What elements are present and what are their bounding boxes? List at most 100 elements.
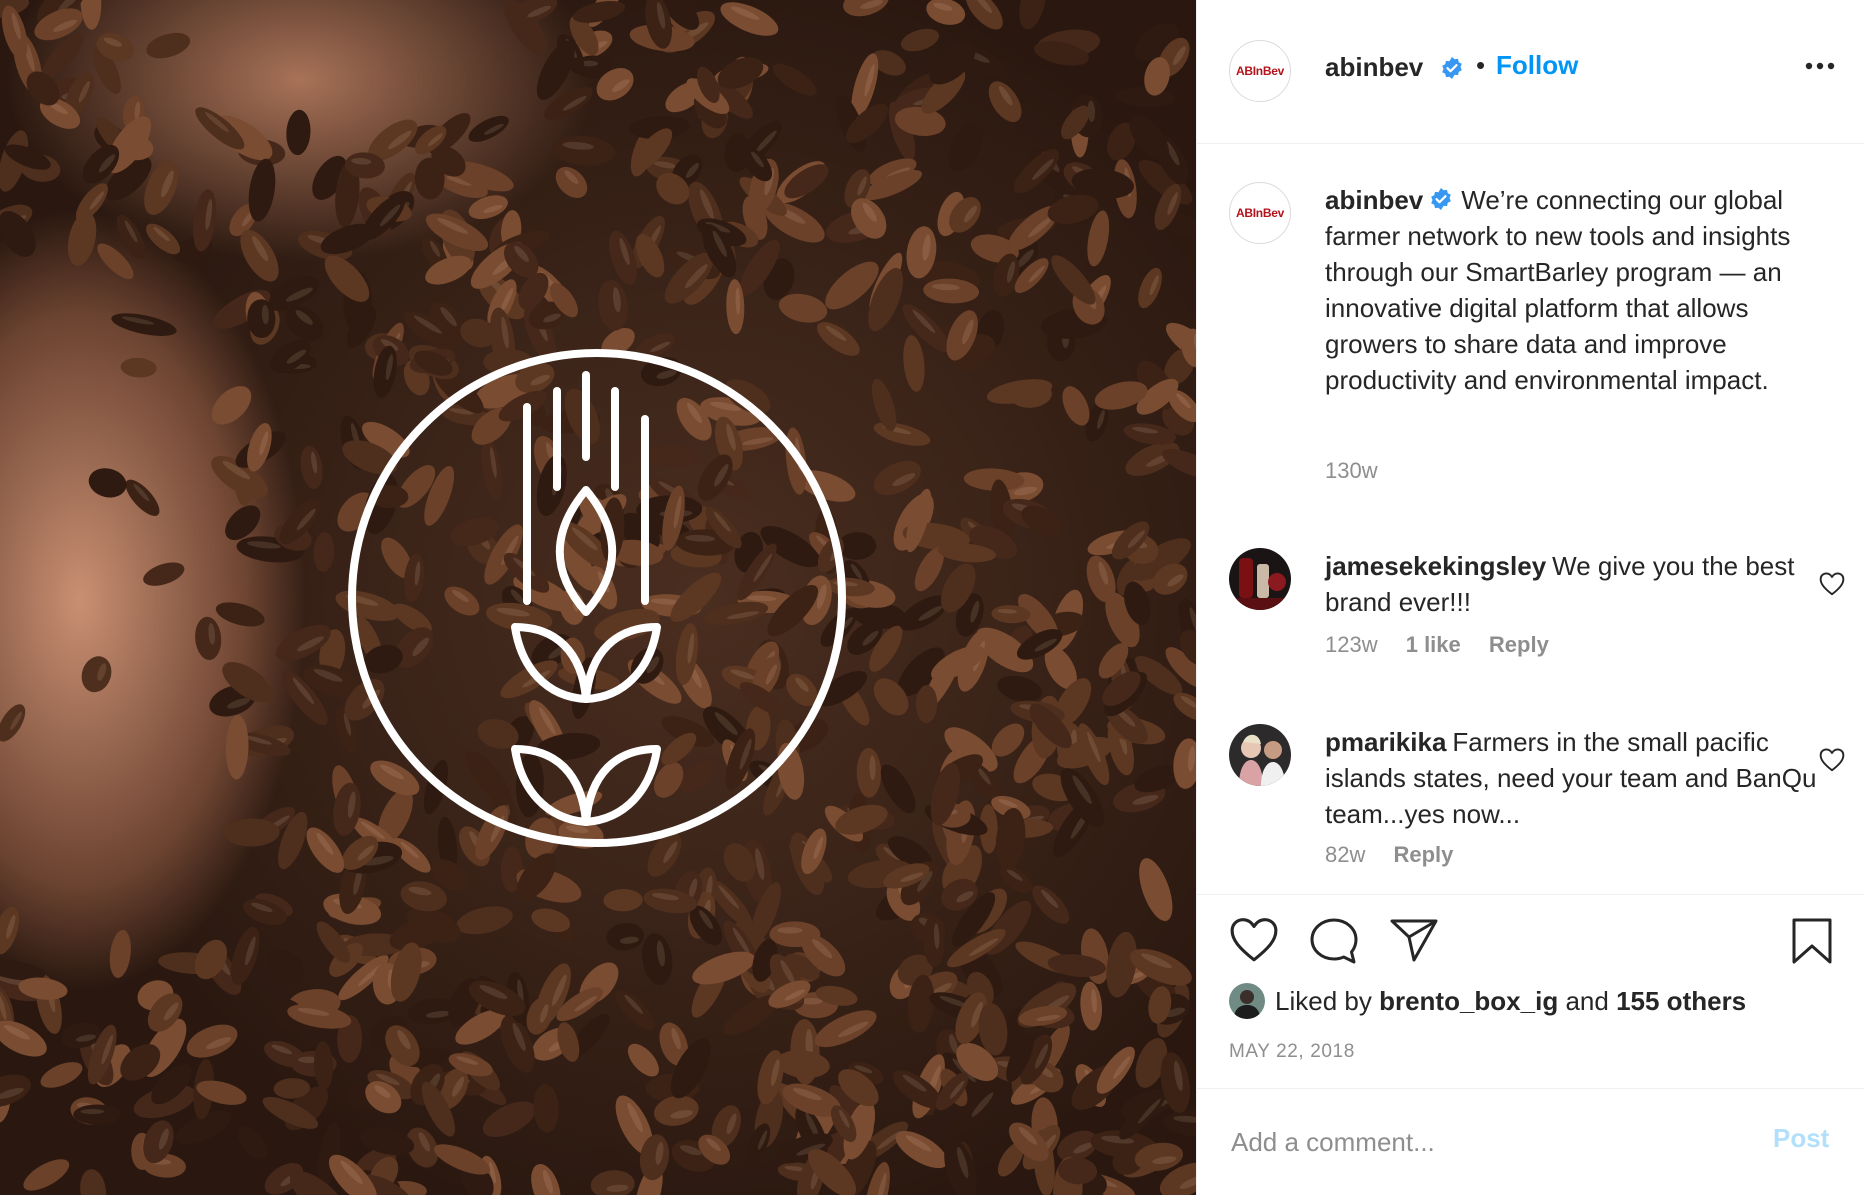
grain <box>873 460 921 496</box>
grain <box>186 1024 238 1058</box>
grain <box>603 889 643 912</box>
follow-button[interactable]: Follow <box>1496 50 1578 81</box>
grain <box>267 949 304 983</box>
comment-meta: 123w 1 like Reply <box>1325 632 1571 658</box>
comment-likes[interactable]: 1 like <box>1406 632 1461 657</box>
grain <box>40 1062 83 1088</box>
grain <box>720 2 779 36</box>
grain <box>468 115 509 142</box>
grain <box>237 1126 268 1160</box>
abinbev-logo: ABInBev <box>1236 64 1284 78</box>
grain <box>125 479 160 516</box>
reply-button[interactable]: Reply <box>1489 632 1549 657</box>
grain <box>111 313 177 336</box>
grain <box>313 532 335 572</box>
grain <box>873 422 931 446</box>
grain <box>1114 87 1176 107</box>
caption-username[interactable]: abinbev <box>1325 185 1423 215</box>
verified-badge-icon <box>1442 57 1462 79</box>
grain <box>211 386 252 425</box>
barley-logo-icon <box>348 349 846 847</box>
liker-username[interactable]: brento_box_ig <box>1379 986 1558 1017</box>
grain <box>948 122 984 172</box>
caption-text: We’re connecting our global farmer netwo… <box>1325 185 1791 395</box>
heart-icon[interactable] <box>1819 572 1845 596</box>
grain <box>23 1159 70 1191</box>
grain <box>1032 885 1070 924</box>
reply-button[interactable]: Reply <box>1393 842 1453 867</box>
action-bar: Liked by brento_box_ig and 155 others MA… <box>1197 894 1864 1088</box>
more-options-icon[interactable] <box>1805 62 1835 70</box>
grain <box>997 675 1043 702</box>
grain <box>456 906 513 935</box>
post-button[interactable]: Post <box>1773 1123 1829 1154</box>
grain <box>555 166 588 199</box>
comment-composer: Post <box>1197 1088 1864 1195</box>
grain <box>195 616 222 661</box>
grain <box>143 562 185 586</box>
grain <box>627 1043 659 1077</box>
grain <box>80 0 102 30</box>
comment-input[interactable] <box>1229 1119 1733 1165</box>
comments-list[interactable]: ABInBev abinbev We’re connecting our glo… <box>1197 144 1864 894</box>
caption-age[interactable]: 130w <box>1325 458 1378 483</box>
grain <box>223 818 280 847</box>
grain <box>73 1104 121 1125</box>
comment-body: jamesekekingsley We give you the best bra… <box>1325 548 1837 620</box>
avatar[interactable]: ABInBev <box>1229 40 1291 102</box>
separator-dot: • <box>1476 50 1486 80</box>
grain <box>215 602 265 627</box>
likes-others-link[interactable]: 155 others <box>1616 986 1746 1017</box>
grain <box>81 656 112 693</box>
avatar-photo <box>1229 548 1291 610</box>
grain <box>606 922 645 951</box>
avatar[interactable] <box>1229 548 1291 610</box>
grain <box>482 1101 536 1138</box>
abinbev-logo: ABInBev <box>1236 206 1284 220</box>
post-panel: ABInBev abinbev • Follow ABInBev abinbev <box>1196 0 1864 1195</box>
grain <box>1138 267 1162 309</box>
comment-username[interactable]: pmarikika <box>1325 727 1446 757</box>
grain <box>772 63 817 96</box>
comment-age[interactable]: 123w <box>1325 632 1378 657</box>
grain <box>314 1041 334 1091</box>
comment-meta: 82w Reply <box>1325 842 1475 868</box>
avatar[interactable]: ABInBev <box>1229 182 1291 244</box>
avatar[interactable] <box>1229 983 1265 1019</box>
likes-prefix: Liked by <box>1275 985 1372 1016</box>
grain <box>109 929 131 978</box>
comment-age[interactable]: 82w <box>1325 842 1365 867</box>
likes-summary: Liked by brento_box_ig and 155 others <box>1229 983 1746 1019</box>
grain <box>1019 0 1046 30</box>
post-image[interactable] <box>0 0 1196 1195</box>
grain <box>146 32 191 59</box>
liker-avatar-photo <box>1229 983 1265 1019</box>
username-link[interactable]: abinbev <box>1325 52 1423 83</box>
heart-icon[interactable] <box>1819 748 1845 772</box>
like-heart-icon[interactable] <box>1229 917 1279 963</box>
grain <box>615 990 655 1031</box>
grain <box>1080 981 1103 1031</box>
grain <box>533 1084 559 1133</box>
grain <box>225 715 249 780</box>
grain <box>286 109 311 156</box>
grain <box>900 28 940 52</box>
comment-icon[interactable] <box>1309 917 1359 965</box>
comment-username[interactable]: jamesekekingsley <box>1325 551 1546 581</box>
grain <box>88 468 127 498</box>
avatar[interactable] <box>1229 724 1291 786</box>
share-icon[interactable] <box>1389 917 1439 963</box>
post-date[interactable]: MAY 22, 2018 <box>1229 1041 1355 1063</box>
grain <box>903 335 925 392</box>
grain <box>120 357 157 378</box>
grain <box>988 81 1022 123</box>
avatar-photo <box>1229 724 1291 786</box>
bookmark-icon[interactable] <box>1791 917 1833 965</box>
grain <box>856 747 882 798</box>
grain-highlight <box>80 1109 105 1115</box>
grain <box>1139 858 1173 922</box>
grain <box>642 933 673 985</box>
grain <box>300 445 323 490</box>
likes-middle: and <box>1565 985 1609 1016</box>
comment-body: pmarikika Farmers in the small pacific is… <box>1325 724 1837 832</box>
